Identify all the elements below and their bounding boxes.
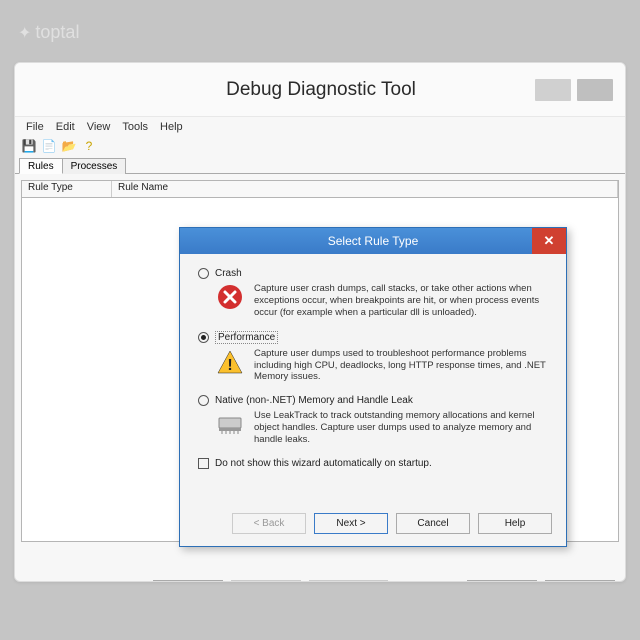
help-icon[interactable]: ? [81, 138, 97, 154]
back-button: < Back [232, 513, 306, 534]
memory-chip-icon [216, 410, 244, 438]
startup-checkbox-row[interactable]: Do not show this wizard automatically on… [198, 458, 548, 469]
option-crash[interactable]: Crash [198, 268, 548, 279]
grid-header: Rule Type Rule Name [21, 180, 619, 198]
open-folder-icon[interactable]: 📂 [61, 138, 77, 154]
client-area: Rule Type Rule Name Select Rule Type ✕ C… [15, 174, 625, 574]
option-native-label: Native (non-.NET) Memory and Handle Leak [215, 395, 413, 406]
save-icon[interactable]: 💾 [21, 138, 37, 154]
select-rule-type-dialog: Select Rule Type ✕ Crash Capture user cr… [179, 227, 567, 547]
import-button[interactable]: Import... [467, 580, 537, 582]
menu-tools[interactable]: Tools [117, 120, 153, 134]
column-rule-name[interactable]: Rule Name [112, 181, 618, 197]
minimize-button[interactable] [535, 79, 571, 101]
remove-rule-button: Remove Rule [309, 580, 388, 582]
close-icon[interactable]: ✕ [532, 228, 566, 254]
radio-icon[interactable] [198, 268, 209, 279]
logo-icon: ✦ [18, 23, 31, 43]
menu-help[interactable]: Help [155, 120, 188, 134]
app-window: Debug Diagnostic Tool File Edit View Too… [14, 62, 626, 582]
page-icon[interactable]: 📄 [41, 138, 57, 154]
option-performance[interactable]: Performance [198, 331, 548, 344]
checkbox-icon[interactable] [198, 458, 209, 469]
edit-rule-button: Edit Rule... [231, 580, 301, 582]
next-button[interactable]: Next > [314, 513, 388, 534]
help-button[interactable]: Help [478, 513, 552, 534]
radio-icon[interactable] [198, 332, 209, 343]
tab-processes[interactable]: Processes [62, 158, 127, 174]
option-native-desc: Use LeakTrack to track outstanding memor… [254, 410, 548, 446]
add-rule-button[interactable]: Add Rule... [153, 580, 223, 582]
menubar: File Edit View Tools Help [15, 117, 625, 136]
column-rule-type[interactable]: Rule Type [22, 181, 112, 197]
menu-view[interactable]: View [82, 120, 116, 134]
option-performance-desc: Capture user dumps used to troubleshoot … [254, 348, 548, 384]
option-performance-label: Performance [215, 331, 278, 344]
option-crash-desc: Capture user crash dumps, call stacks, o… [254, 283, 548, 319]
titlebar: Debug Diagnostic Tool [15, 63, 625, 117]
bottom-button-bar: Add Rule... Edit Rule... Remove Rule Imp… [15, 574, 625, 582]
cancel-button[interactable]: Cancel [396, 513, 470, 534]
dialog-title: Select Rule Type ✕ [180, 228, 566, 254]
startup-checkbox-label: Do not show this wizard automatically on… [215, 458, 432, 469]
svg-text:!: ! [227, 357, 232, 374]
logo-text: toptal [35, 22, 79, 43]
menu-file[interactable]: File [21, 120, 49, 134]
radio-icon[interactable] [198, 395, 209, 406]
option-native[interactable]: Native (non-.NET) Memory and Handle Leak [198, 395, 548, 406]
toptal-logo: ✦ toptal [18, 22, 79, 43]
dialog-title-text: Select Rule Type [328, 234, 419, 248]
tab-rules[interactable]: Rules [19, 158, 63, 174]
window-title: Debug Diagnostic Tool [107, 79, 535, 101]
export-button[interactable]: Export... [545, 580, 615, 582]
option-crash-label: Crash [215, 268, 242, 279]
maximize-button[interactable] [577, 79, 613, 101]
menu-edit[interactable]: Edit [51, 120, 80, 134]
warning-icon: ! [216, 348, 244, 376]
error-icon [216, 283, 244, 311]
tabstrip: Rules Processes [15, 157, 625, 174]
toolbar: 💾 📄 📂 ? [15, 136, 625, 157]
